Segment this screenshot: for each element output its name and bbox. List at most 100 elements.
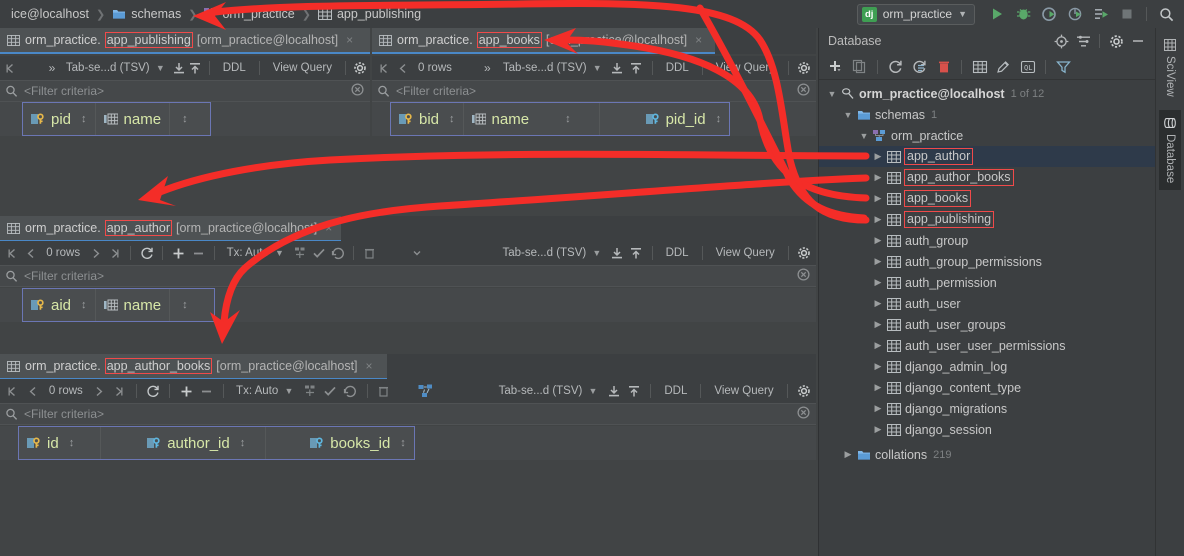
run-configuration-selector[interactable]: dj orm_practice ▼ [856, 3, 975, 25]
tree-node-table-app-author-books[interactable]: ▶ app_author_books [819, 167, 1155, 188]
view-query-button[interactable]: View Query [708, 383, 779, 399]
export-icon[interactable] [188, 58, 202, 78]
sort-icon[interactable]: ↕ [69, 437, 75, 449]
tool-tab-sciview[interactable]: SciView [1159, 32, 1181, 104]
column-header-name[interactable]: name [96, 103, 171, 135]
first-page-button[interactable] [375, 58, 392, 78]
view-query-button[interactable]: View Query [710, 60, 781, 76]
import-icon[interactable] [609, 58, 626, 78]
export-icon[interactable] [625, 381, 643, 401]
sort-icon[interactable]: ↕ [565, 113, 571, 125]
next-page-button[interactable] [90, 381, 108, 401]
ddl-button[interactable]: DDL [660, 245, 695, 261]
chevron-right-icon[interactable]: ▶ [871, 193, 885, 204]
breadcrumb-item-schema[interactable]: orm_practice [198, 0, 300, 28]
tree-node-table-app-books[interactable]: ▶ app_books [819, 188, 1155, 209]
column-header-books-id[interactable]: books_id ↕ [266, 427, 414, 459]
delete-row-button[interactable] [190, 243, 207, 263]
tree-node-table-auth-user[interactable]: ▶ auth_user [819, 293, 1155, 314]
column-header-pid[interactable]: pid ↕ [23, 103, 96, 135]
run-button[interactable] [985, 2, 1009, 26]
chevron-down-icon[interactable]: ▼ [841, 110, 855, 120]
chevron-right-icon[interactable]: ▶ [871, 172, 885, 183]
gear-icon[interactable] [796, 58, 813, 78]
stop-button[interactable] [1115, 2, 1139, 26]
collapse-all-icon[interactable] [1072, 30, 1094, 52]
synchronize-icon[interactable] [908, 56, 931, 78]
sort-icon[interactable]: ↕ [182, 113, 188, 125]
add-row-button[interactable] [170, 243, 187, 263]
clear-filter-icon[interactable] [797, 268, 810, 284]
prev-page-button[interactable] [394, 58, 411, 78]
diagram-icon[interactable] [417, 381, 435, 401]
more-pages-button[interactable]: » [479, 58, 496, 78]
debug-button[interactable] [1011, 2, 1035, 26]
column-header-id[interactable]: id ↕ [19, 427, 102, 459]
filter-bar-app-author-books[interactable]: <Filter criteria> [0, 403, 816, 425]
tree-node-table-django-content-type[interactable]: ▶ django_content_type [819, 377, 1155, 398]
sort-icon[interactable]: ↕ [449, 113, 455, 125]
sort-icon[interactable]: ↕ [81, 299, 87, 311]
export-format-selector[interactable]: Tab-se...d (TSV) ▼ [498, 247, 607, 259]
chevron-right-icon[interactable]: ▶ [871, 235, 885, 246]
delete-row-button[interactable] [198, 381, 216, 401]
transaction-mode-selector[interactable]: Tx: Auto ▼ [231, 385, 298, 397]
editor-tab-app-books[interactable]: orm_practice. app_books [orm_practice@loc… [372, 28, 715, 54]
ddl-button[interactable]: DDL [217, 60, 252, 76]
chevron-right-icon[interactable]: ▶ [871, 151, 885, 162]
prev-page-button[interactable] [22, 243, 39, 263]
chevron-right-icon[interactable]: ▶ [871, 256, 885, 267]
chevron-right-icon[interactable]: ▶ [871, 298, 885, 309]
filter-bar-app-author[interactable]: <Filter criteria> [0, 265, 816, 287]
sort-icon[interactable]: ↕ [400, 437, 406, 449]
tree-node-table-auth-user-user-permissions[interactable]: ▶ auth_user_user_permissions [819, 335, 1155, 356]
close-icon[interactable]: × [695, 33, 702, 47]
column-header-bid[interactable]: bid ↕ [391, 103, 464, 135]
submit-and-commit-icon[interactable] [291, 243, 308, 263]
ddl-button[interactable]: DDL [658, 383, 693, 399]
tree-node-table-app-author[interactable]: ▶ app_author [819, 146, 1155, 167]
ddl-button[interactable]: DDL [660, 60, 695, 76]
gear-icon[interactable] [796, 243, 813, 263]
chevron-right-icon[interactable]: ▶ [871, 277, 885, 288]
jump-to-console-icon[interactable] [1050, 30, 1072, 52]
search-everywhere-button[interactable] [1154, 2, 1178, 26]
sort-icon[interactable]: ↕ [81, 113, 87, 125]
column-header-pid-id[interactable]: pid_id ↕ [600, 103, 730, 135]
export-icon[interactable] [628, 58, 645, 78]
filter-bar-app-books[interactable]: <Filter criteria> [372, 80, 816, 102]
chevron-right-icon[interactable]: ▶ [841, 449, 855, 460]
editor-tab-app-publishing[interactable]: orm_practice. app_publishing [orm_practic… [0, 28, 370, 54]
transaction-mode-selector[interactable]: Tx: Auto ▼ [222, 247, 289, 259]
export-format-selector[interactable]: Tab-se...d (TSV) ▼ [494, 385, 603, 397]
gear-icon[interactable] [353, 58, 367, 78]
export-format-selector[interactable]: Tab-se...d (TSV) ▼ [498, 62, 607, 74]
breadcrumb-item-datasource[interactable]: ice@localhost [0, 0, 95, 28]
chevron-right-icon[interactable]: ▶ [871, 319, 885, 330]
table-editor-icon[interactable] [968, 56, 991, 78]
chevron-right-icon[interactable]: ▶ [871, 214, 885, 225]
close-icon[interactable]: × [346, 33, 353, 47]
tree-node-table-django-migrations[interactable]: ▶ django_migrations [819, 398, 1155, 419]
commit-icon[interactable] [310, 243, 327, 263]
chevron-down-icon[interactable]: ▼ [857, 131, 871, 141]
filter-icon[interactable] [1052, 56, 1075, 78]
rollback-icon[interactable] [329, 243, 346, 263]
sort-icon[interactable]: ↕ [240, 437, 246, 449]
last-page-button[interactable] [106, 243, 123, 263]
submit-and-commit-icon[interactable] [300, 381, 318, 401]
tree-node-table-app-publishing[interactable]: ▶ app_publishing [819, 209, 1155, 230]
clear-filter-icon[interactable] [797, 406, 810, 422]
tool-tab-database[interactable]: Database [1159, 109, 1181, 190]
coverage-button[interactable] [1037, 2, 1061, 26]
tree-node-schemas[interactable]: ▼ schemas 1 [819, 104, 1155, 125]
column-header-author-id[interactable]: author_id ↕ [101, 427, 267, 459]
duplicate-icon[interactable] [848, 56, 871, 78]
chevron-down-icon[interactable]: ▼ [825, 89, 839, 99]
import-icon[interactable] [604, 381, 622, 401]
editor-tab-app-author-books[interactable]: orm_practice. app_author_books [orm_pract… [0, 354, 387, 380]
breadcrumb-item-table[interactable]: app_publishing [312, 0, 427, 28]
reload-icon[interactable] [138, 243, 155, 263]
import-icon[interactable] [608, 243, 625, 263]
chevron-right-icon[interactable]: ▶ [871, 361, 885, 372]
